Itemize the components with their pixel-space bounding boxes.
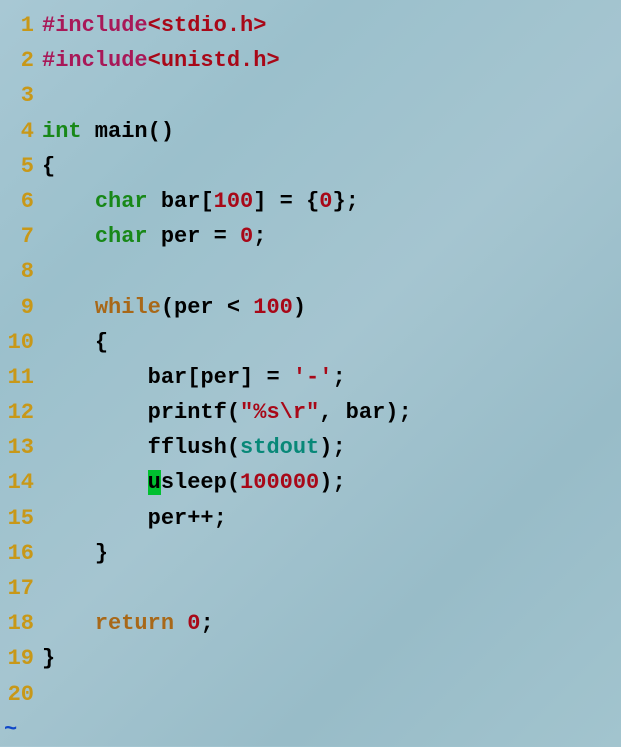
line-number: 13 [0, 430, 42, 465]
code-content: } [42, 536, 621, 571]
code-content: { [42, 149, 621, 184]
code-line-11: 11 bar[per] = '-'; [0, 360, 621, 395]
code-content [42, 571, 621, 606]
line-number: 14 [0, 465, 42, 500]
line-number: 1 [0, 8, 42, 43]
code-line-16: 16 } [0, 536, 621, 571]
code-line-14: 14 usleep(100000); [0, 465, 621, 500]
code-line-20: 20 [0, 677, 621, 712]
line-number: 11 [0, 360, 42, 395]
line-number: 3 [0, 78, 42, 113]
code-content: char bar[100] = {0}; [42, 184, 621, 219]
end-of-buffer: ~ [0, 712, 621, 747]
cursor: u [148, 470, 161, 495]
code-line-8: 8 [0, 254, 621, 289]
line-number: 17 [0, 571, 42, 606]
code-content: } [42, 641, 621, 676]
code-content: per++; [42, 501, 621, 536]
code-content: int main() [42, 114, 621, 149]
code-line-9: 9 while(per < 100) [0, 290, 621, 325]
code-content [42, 254, 621, 289]
line-number: 19 [0, 641, 42, 676]
code-content [42, 78, 621, 113]
code-line-1: 1 #include<stdio.h> [0, 8, 621, 43]
code-content: bar[per] = '-'; [42, 360, 621, 395]
line-number: 18 [0, 606, 42, 641]
code-line-13: 13 fflush(stdout); [0, 430, 621, 465]
line-number: 4 [0, 114, 42, 149]
code-content: fflush(stdout); [42, 430, 621, 465]
code-content [42, 677, 621, 712]
line-number: 12 [0, 395, 42, 430]
code-line-2: 2 #include<unistd.h> [0, 43, 621, 78]
code-editor[interactable]: 1 #include<stdio.h> 2 #include<unistd.h>… [0, 8, 621, 747]
line-number: 10 [0, 325, 42, 360]
code-content: #include<stdio.h> [42, 8, 621, 43]
line-number: 6 [0, 184, 42, 219]
code-content: printf("%s\r", bar); [42, 395, 621, 430]
code-content: #include<unistd.h> [42, 43, 621, 78]
code-line-4: 4 int main() [0, 114, 621, 149]
line-number: 7 [0, 219, 42, 254]
line-number: 15 [0, 501, 42, 536]
line-number: 2 [0, 43, 42, 78]
line-number: 8 [0, 254, 42, 289]
code-line-10: 10 { [0, 325, 621, 360]
code-line-3: 3 [0, 78, 621, 113]
code-line-17: 17 [0, 571, 621, 606]
code-line-18: 18 return 0; [0, 606, 621, 641]
code-content: return 0; [42, 606, 621, 641]
code-content: usleep(100000); [42, 465, 621, 500]
code-line-6: 6 char bar[100] = {0}; [0, 184, 621, 219]
tilde-marker: ~ [0, 712, 17, 747]
code-line-5: 5 { [0, 149, 621, 184]
code-content: { [42, 325, 621, 360]
line-number: 5 [0, 149, 42, 184]
code-line-15: 15 per++; [0, 501, 621, 536]
code-content: char per = 0; [42, 219, 621, 254]
code-content: while(per < 100) [42, 290, 621, 325]
code-line-19: 19 } [0, 641, 621, 676]
line-number: 9 [0, 290, 42, 325]
code-line-7: 7 char per = 0; [0, 219, 621, 254]
line-number: 20 [0, 677, 42, 712]
code-line-12: 12 printf("%s\r", bar); [0, 395, 621, 430]
line-number: 16 [0, 536, 42, 571]
